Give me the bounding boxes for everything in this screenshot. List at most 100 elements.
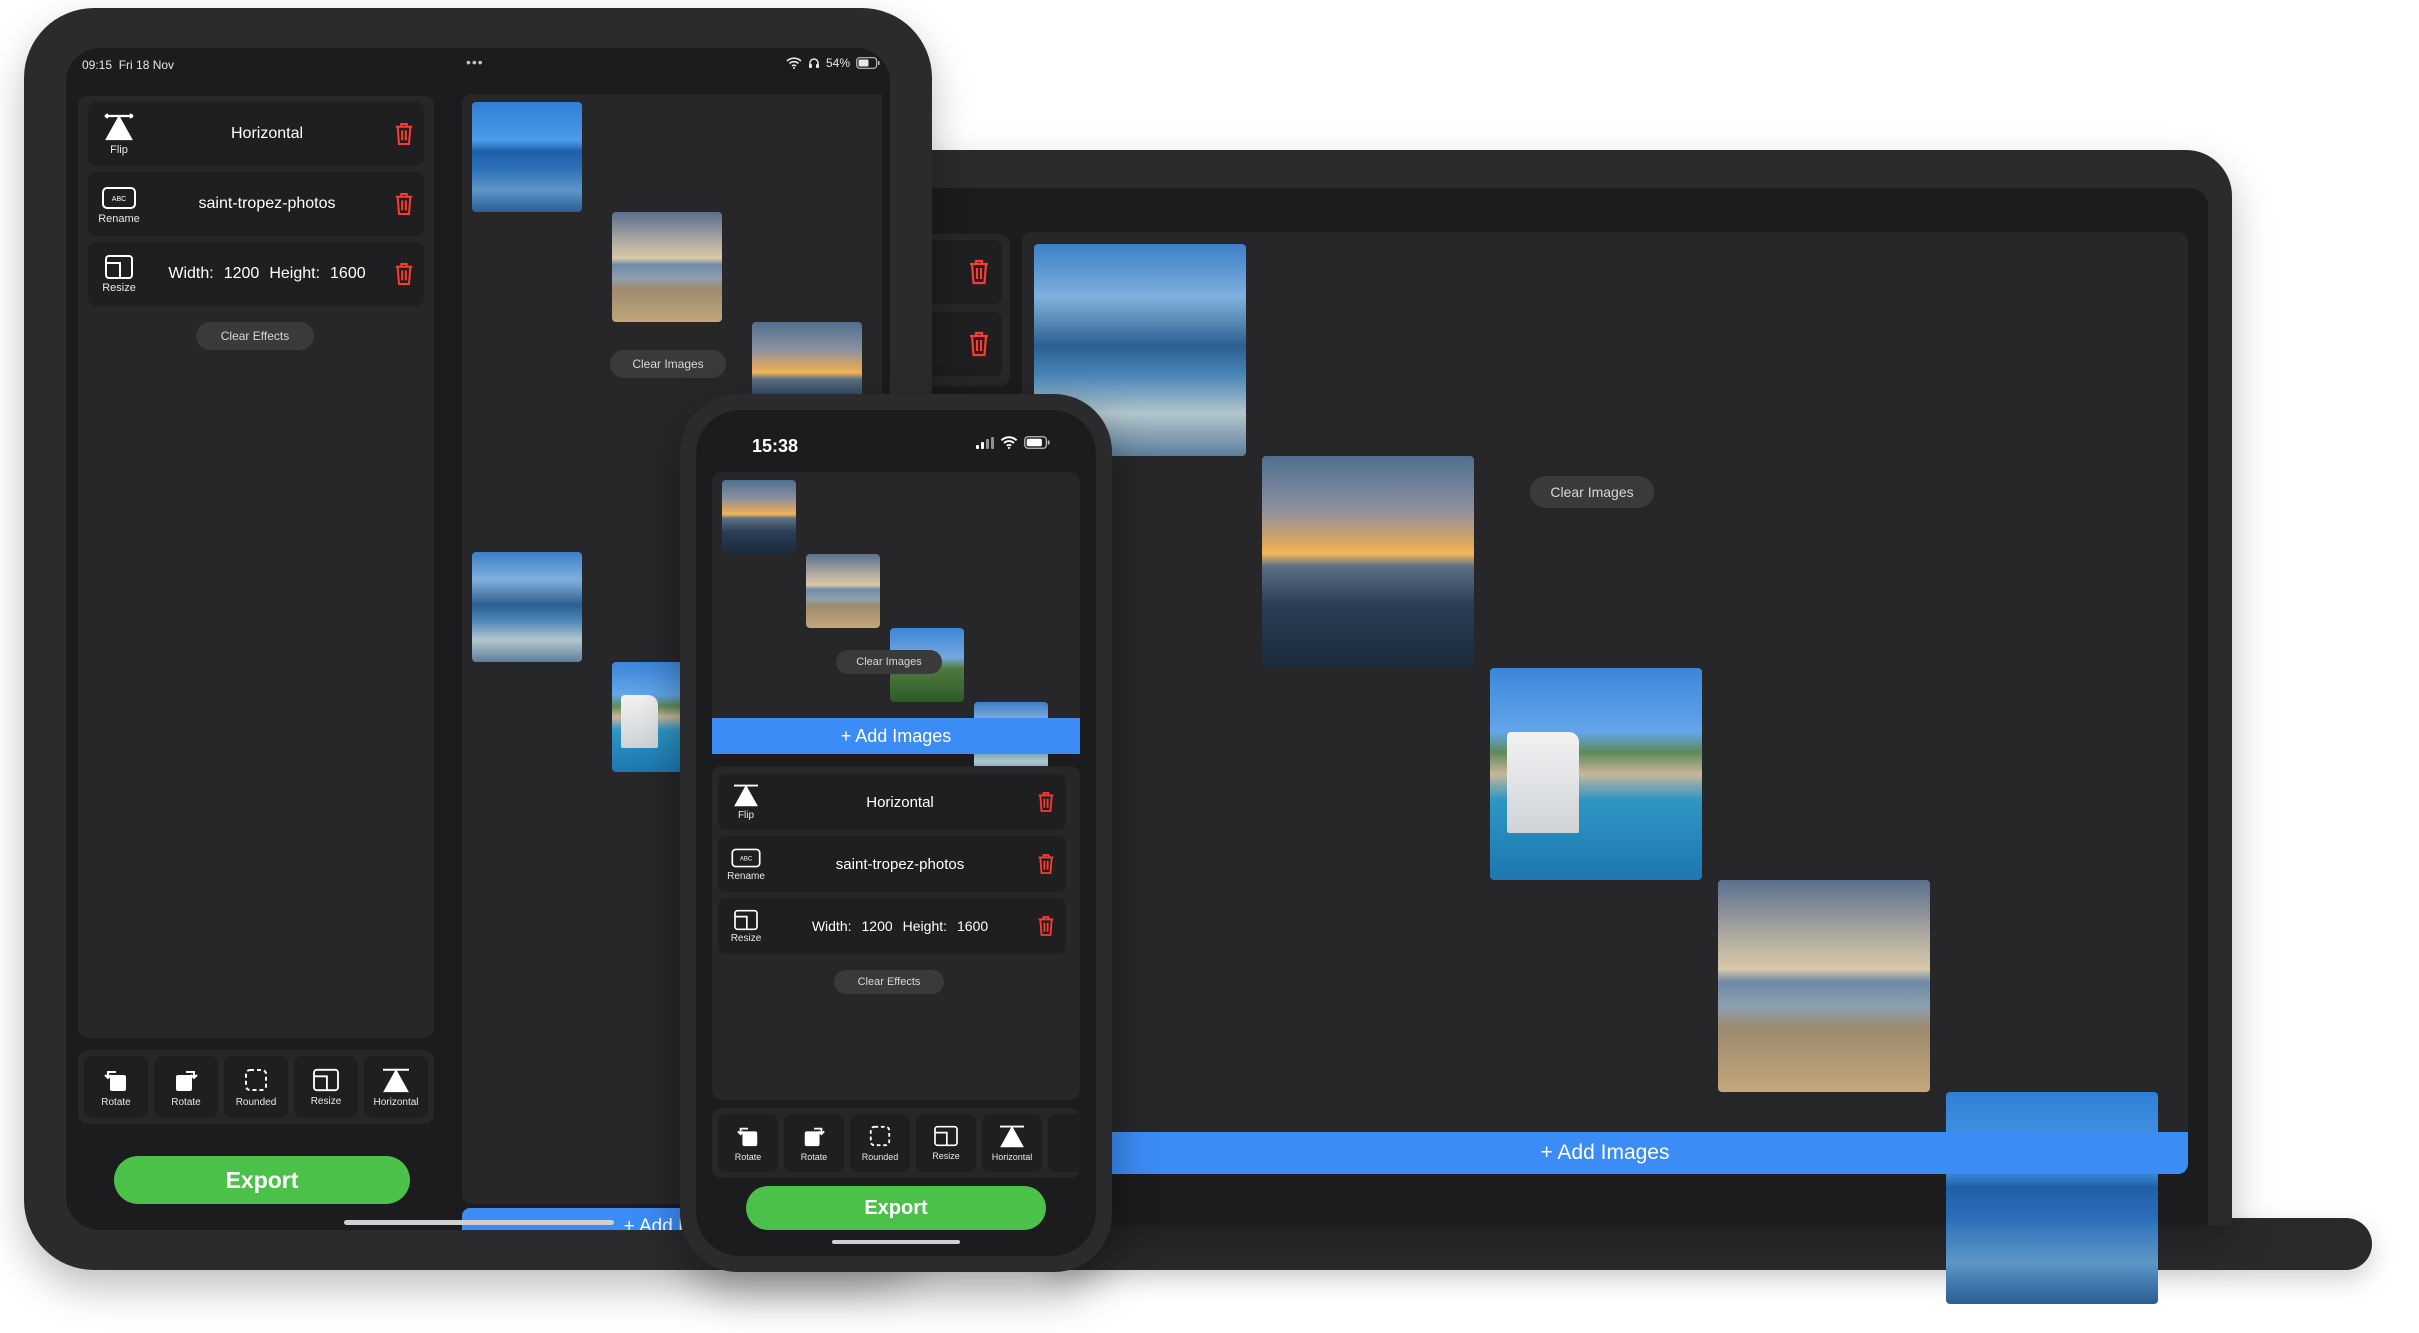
photo-thumbnail[interactable] [806,554,880,628]
rounded-corners-icon [868,1124,892,1148]
macbook-base [1050,1218,2372,1270]
iphone-status-right [976,436,1050,449]
tool-rotate-right[interactable]: Rotate [154,1056,218,1118]
tool-flip-horizontal[interactable]: Horizontal [982,1114,1042,1172]
width-value[interactable]: 1200 [862,918,893,934]
tool-label: Rotate [101,1096,131,1108]
photo-thumbnail[interactable] [612,212,722,322]
trash-icon[interactable] [1026,853,1066,875]
tool-label: Rounded [861,1152,899,1162]
photo-thumbnail[interactable] [1262,456,1474,668]
effect-name: Resize [730,932,762,944]
height-value[interactable]: 1600 [330,265,366,283]
resize-values: Width: 1200 Height: 1600 [774,918,1026,934]
rename-icon: ABC [101,184,137,212]
effect-row-resize[interactable]: Resize Width: 1200 Height: 1600 [88,242,424,306]
iphone-device: 15:38 Clear Images + Add Images Flip Hor… [680,394,1112,1272]
phone-images-panel: Clear Images [712,472,1080,932]
headphones-icon [808,57,820,69]
rotate-right-icon [172,1067,200,1093]
effect-value: Horizontal [866,793,934,811]
tool-rotate-right[interactable]: Rotate [784,1114,844,1172]
home-indicator[interactable] [344,1220,614,1225]
effect-icon-box: Resize [718,909,774,944]
width-value[interactable]: 1200 [224,265,260,283]
photo-thumbnail[interactable] [1490,668,1702,880]
flip-icon [381,1067,411,1093]
svg-text:ABC: ABC [740,857,753,863]
ipad-status-right: 54% [786,56,880,70]
tool-label: Rounded [235,1096,277,1108]
add-images-button[interactable]: + Add Images [1022,1132,2188,1174]
trash-icon[interactable] [384,192,424,216]
effect-icon-box: ABC Rename [718,846,774,882]
height-value[interactable]: 1600 [957,918,988,934]
clear-images-button[interactable]: Clear Images [610,350,726,378]
phone-tools-panel: Rotate Rotate Rounded Resize Horizontal [712,1108,1080,1178]
height-label: Height: [902,918,948,934]
flip-icon [103,112,135,141]
resize-icon [733,909,759,931]
resize-icon [933,1125,959,1147]
export-button[interactable]: Export [114,1156,410,1204]
tool-label: Rotate [734,1152,762,1162]
ipad-effects-panel: Flip Horizontal ABC Rename saint-tropez-… [78,96,434,1038]
trash-icon[interactable] [968,331,990,357]
battery-icon [856,57,880,69]
add-images-button[interactable]: + Add Images [712,718,1080,754]
clear-effects-button[interactable]: Clear Effects [834,970,944,994]
effect-row-flip[interactable]: Flip Horizontal [718,774,1066,830]
tool-label: Rotate [171,1096,201,1108]
effect-icon-box: Resize [88,254,150,294]
photo-thumbnail[interactable] [472,552,582,662]
effect-row-rename[interactable]: ABC Rename saint-tropez-photos [718,836,1066,892]
rotate-right-icon [801,1124,827,1148]
photo-thumbnail[interactable] [722,480,796,554]
tool-resize[interactable]: Resize [294,1056,358,1118]
photo-thumbnail[interactable] [1718,880,1930,1092]
wifi-icon [786,57,802,69]
trash-icon[interactable] [1026,791,1066,813]
wifi-icon [1000,436,1018,449]
iphone-screen: 15:38 Clear Images + Add Images Flip Hor… [696,410,1096,1256]
trash-icon[interactable] [384,262,424,286]
resize-icon [312,1068,340,1092]
tool-flip-horizontal[interactable]: Horizontal [364,1056,428,1118]
effect-row-flip[interactable]: Flip Horizontal [88,102,424,166]
effect-icon-box: ABC Rename [88,184,150,225]
signal-icon [976,436,994,449]
tool-overflow[interactable] [1048,1114,1080,1172]
trash-icon[interactable] [384,122,424,146]
effect-name: Flip [737,810,755,821]
home-indicator[interactable] [832,1240,960,1244]
effect-row-rename[interactable]: ABC Rename saint-tropez-photos [88,172,424,236]
export-button[interactable]: Export [746,1186,1046,1230]
tool-rounded[interactable]: Rounded [224,1056,288,1118]
tool-rotate-left[interactable]: Rotate [718,1114,778,1172]
rounded-corners-icon [243,1067,269,1093]
effect-name: Rename [98,212,140,225]
photo-thumbnail[interactable] [1946,1092,2158,1304]
multitask-dots[interactable]: ••• [466,54,484,70]
status-time: 15:38 [752,436,799,456]
tool-rounded[interactable]: Rounded [850,1114,910,1172]
tool-label: Horizontal [991,1152,1033,1162]
clear-effects-button[interactable]: Clear Effects [196,322,314,350]
tool-label: Resize [310,1095,342,1107]
clear-images-button[interactable]: Clear Images [1530,476,1654,508]
effect-name: Rename [727,871,765,882]
trash-icon[interactable] [1026,915,1066,937]
tool-rotate-left[interactable]: Rotate [84,1056,148,1118]
photo-thumbnail[interactable] [472,102,582,212]
mac-images-panel: Clear Images + Add Images [1022,232,2188,1304]
tool-resize[interactable]: Resize [916,1114,976,1172]
flip-icon [732,783,760,807]
trash-icon[interactable] [968,259,990,285]
effect-row-resize[interactable]: Resize Width: 1200 Height: 1600 [718,898,1066,954]
tool-label: Horizontal [373,1096,419,1108]
effect-icon-box: Flip [88,112,150,156]
status-time: 09:15 [82,58,113,72]
clear-images-button[interactable]: Clear Images [836,650,942,674]
rename-icon: ABC [730,846,762,870]
width-label: Width: [168,265,214,282]
